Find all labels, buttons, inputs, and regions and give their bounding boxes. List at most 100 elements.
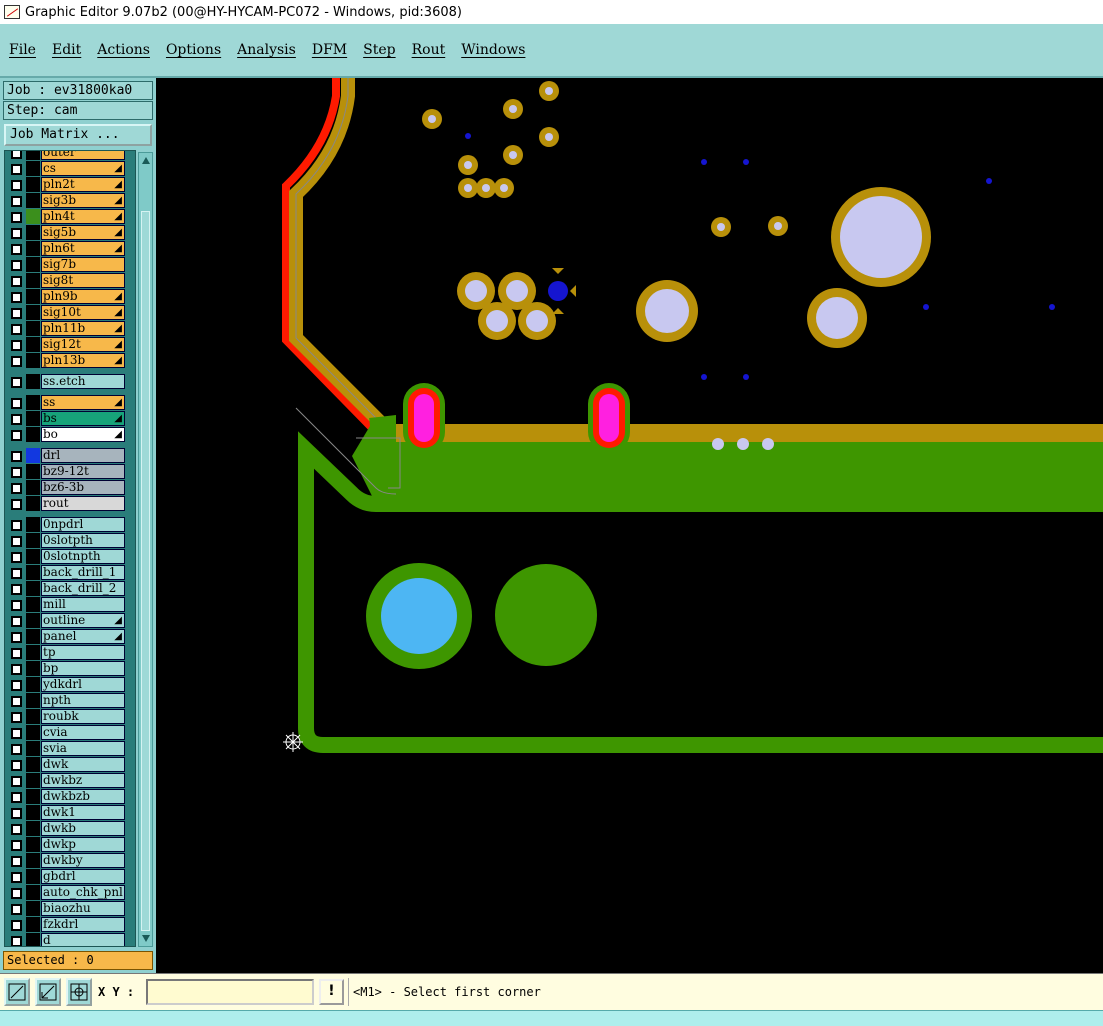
layer-name[interactable]: gbdrl — [41, 869, 125, 884]
layer-name[interactable]: ss.etch — [41, 374, 125, 389]
scroll-up-icon[interactable] — [142, 157, 150, 164]
layer-color-swatch[interactable] — [26, 517, 40, 532]
layer-color-swatch[interactable] — [26, 427, 40, 442]
layer-row-panel[interactable]: panel ◢ — [7, 629, 125, 645]
layer-name[interactable]: bz6-3b — [41, 480, 125, 495]
layer-name[interactable]: biaozhu — [41, 901, 125, 916]
layer-name[interactable]: ydkdrl — [41, 677, 125, 692]
layer-checkbox[interactable] — [11, 792, 22, 803]
layer-color-swatch[interactable] — [26, 773, 40, 788]
layer-name[interactable]: 0slotnpth — [41, 549, 125, 564]
layer-row-pln9b[interactable]: pln9b ◢ — [7, 289, 125, 305]
layer-row-gbdrl[interactable]: gbdrl — [7, 869, 125, 885]
layer-checkbox[interactable] — [11, 840, 22, 851]
layer-color-swatch[interactable] — [26, 193, 40, 208]
layer-row-sig5b[interactable]: sig5b ◢ — [7, 225, 125, 241]
measure-icon[interactable] — [35, 978, 61, 1006]
menu-options[interactable]: Options — [166, 42, 221, 58]
layer-row-ss.etch[interactable]: ss.etch — [7, 374, 125, 390]
layer-checkbox[interactable] — [11, 356, 22, 367]
layer-checkbox[interactable] — [11, 324, 22, 335]
layer-checkbox[interactable] — [11, 467, 22, 478]
layer-name[interactable]: rout — [41, 496, 125, 511]
layer-color-swatch[interactable] — [26, 496, 40, 511]
layer-name[interactable]: cvia — [41, 725, 125, 740]
layer-name[interactable]: sig10t ◢ — [41, 305, 125, 320]
layer-checkbox[interactable] — [11, 414, 22, 425]
layer-name[interactable]: sig3b ◢ — [41, 193, 125, 208]
layer-color-swatch[interactable] — [26, 337, 40, 352]
layer-row-0slotnpth[interactable]: 0slotnpth — [7, 549, 125, 565]
layer-name[interactable]: dwk — [41, 757, 125, 772]
layer-row-back_drill_1[interactable]: back_drill_1 — [7, 565, 125, 581]
layer-list-scrollbar[interactable] — [138, 152, 153, 947]
layer-color-swatch[interactable] — [26, 581, 40, 596]
layer-color-swatch[interactable] — [26, 448, 40, 463]
layer-checkbox[interactable] — [11, 856, 22, 867]
zoom-fit-icon[interactable] — [4, 978, 30, 1006]
layer-color-swatch[interactable] — [26, 837, 40, 852]
layer-row-outline[interactable]: outline ◢ — [7, 613, 125, 629]
layer-row-mill[interactable]: mill — [7, 597, 125, 613]
layer-name[interactable]: bs ◢ — [41, 411, 125, 426]
layer-name[interactable]: dwkbz — [41, 773, 125, 788]
layer-row-dwkbzb[interactable]: dwkbzb — [7, 789, 125, 805]
layer-name[interactable]: svia — [41, 741, 125, 756]
layer-color-swatch[interactable] — [26, 225, 40, 240]
layer-checkbox[interactable] — [11, 212, 22, 223]
layer-name[interactable]: back_drill_1 — [41, 565, 125, 580]
layer-checkbox[interactable] — [11, 483, 22, 494]
layer-name[interactable]: drl — [41, 448, 125, 463]
layer-checkbox[interactable] — [11, 180, 22, 191]
scroll-down-icon[interactable] — [142, 935, 150, 942]
layer-color-swatch[interactable] — [26, 565, 40, 580]
menu-rout[interactable]: Rout — [412, 42, 446, 58]
layer-checkbox[interactable] — [11, 398, 22, 409]
layer-name[interactable]: sig5b ◢ — [41, 225, 125, 240]
layer-row-dwkp[interactable]: dwkp — [7, 837, 125, 853]
layer-color-swatch[interactable] — [26, 661, 40, 676]
layer-checkbox[interactable] — [11, 696, 22, 707]
layer-color-swatch[interactable] — [26, 869, 40, 884]
layer-row-dwkbz[interactable]: dwkbz — [7, 773, 125, 789]
layer-color-swatch[interactable] — [26, 289, 40, 304]
layer-checkbox[interactable] — [11, 260, 22, 271]
layer-checkbox[interactable] — [11, 196, 22, 207]
info-button[interactable]: ! — [319, 979, 344, 1005]
layer-checkbox[interactable] — [11, 164, 22, 175]
layer-checkbox[interactable] — [11, 292, 22, 303]
layer-name[interactable]: outer — [41, 151, 125, 160]
layer-color-swatch[interactable] — [26, 241, 40, 256]
layer-row-auto_chk_pnl[interactable]: auto_chk_pnl — [7, 885, 125, 901]
layer-color-swatch[interactable] — [26, 395, 40, 410]
layer-checkbox[interactable] — [11, 712, 22, 723]
layer-row-dwk1[interactable]: dwk1 — [7, 805, 125, 821]
layer-checkbox[interactable] — [11, 920, 22, 931]
layer-color-swatch[interactable] — [26, 693, 40, 708]
layer-row-bs[interactable]: bs ◢ — [7, 411, 125, 427]
layer-color-swatch[interactable] — [26, 161, 40, 176]
layer-name[interactable]: dwkbzb — [41, 789, 125, 804]
layer-checkbox[interactable] — [11, 632, 22, 643]
layer-color-swatch[interactable] — [26, 789, 40, 804]
job-matrix-button[interactable]: Job Matrix ... — [4, 124, 152, 146]
layer-row-ss[interactable]: ss ◢ — [7, 395, 125, 411]
layer-row-ydkdrl[interactable]: ydkdrl — [7, 677, 125, 693]
layer-row-roubk[interactable]: roubk — [7, 709, 125, 725]
layer-checkbox[interactable] — [11, 308, 22, 319]
layer-color-swatch[interactable] — [26, 533, 40, 548]
layer-row-bo[interactable]: bo ◢ — [7, 427, 125, 443]
layer-name[interactable]: pln9b ◢ — [41, 289, 125, 304]
layer-color-swatch[interactable] — [26, 933, 40, 946]
layer-checkbox[interactable] — [11, 648, 22, 659]
layer-color-swatch[interactable] — [26, 151, 40, 160]
layer-row-npth[interactable]: npth — [7, 693, 125, 709]
layer-checkbox[interactable] — [11, 244, 22, 255]
layer-row-dwkb[interactable]: dwkb — [7, 821, 125, 837]
layer-color-swatch[interactable] — [26, 677, 40, 692]
layer-name[interactable]: roubk — [41, 709, 125, 724]
layer-color-swatch[interactable] — [26, 709, 40, 724]
layer-checkbox[interactable] — [11, 499, 22, 510]
menu-step[interactable]: Step — [363, 42, 395, 58]
layer-row-drl[interactable]: drl — [7, 448, 125, 464]
